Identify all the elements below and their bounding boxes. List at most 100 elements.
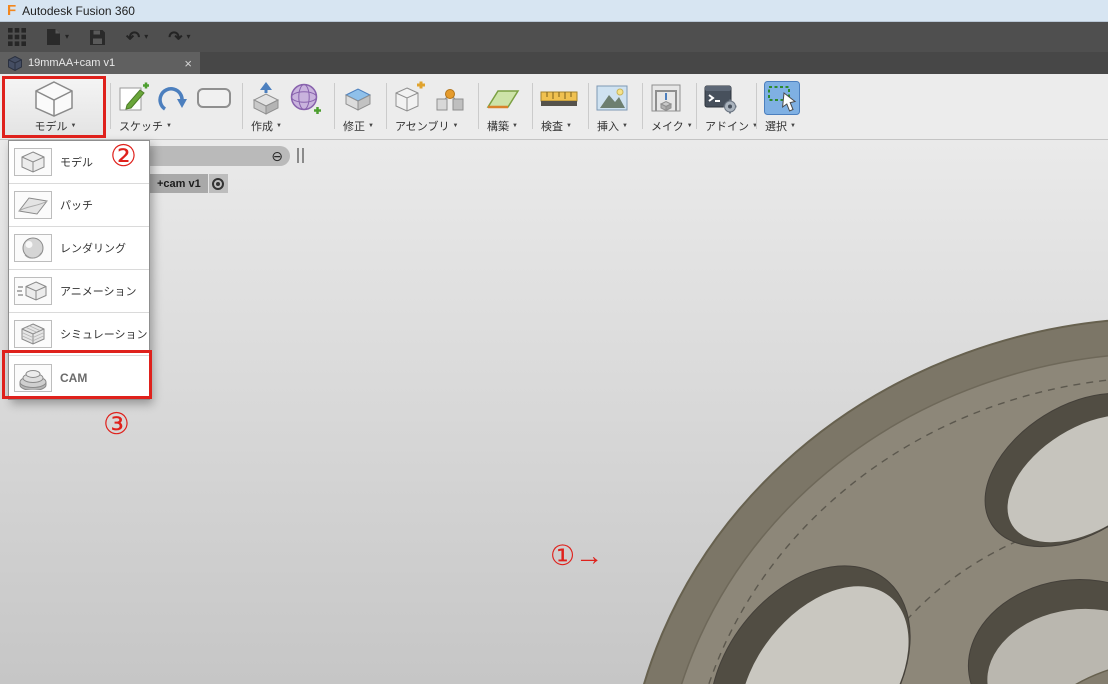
workspace-menu-item-rendering[interactable]: レンダリング: [9, 227, 149, 270]
menu-item-label: レンダリング: [60, 243, 126, 255]
model-viewport[interactable]: ⊖ +cam v1: [0, 140, 1108, 684]
workspace-menu-item-simulation[interactable]: シミュレーション: [9, 313, 149, 356]
ribbon-separator: [242, 83, 243, 129]
ribbon-separator: [756, 83, 757, 129]
extrude-icon: [252, 82, 280, 115]
chevron-down-icon: ▼: [70, 122, 77, 129]
redo-button[interactable]: ↷ ▾: [168, 24, 190, 50]
model-workspace-icon: [35, 81, 73, 117]
menu-item-label: CAM: [60, 370, 88, 385]
sketch-icon: [119, 82, 149, 111]
cam-thumb-icon: [14, 363, 52, 392]
ribbon-group-make[interactable]: メイク ▼: [648, 78, 693, 133]
redo-icon: ↷: [168, 27, 183, 47]
ribbon-group-sketch[interactable]: スケッチ ▼: [116, 78, 232, 133]
chevron-down-icon: ▼: [686, 122, 693, 129]
workspace-label: モデル: [34, 120, 68, 133]
tab-close-button[interactable]: ×: [184, 57, 192, 70]
ribbon-group-construct[interactable]: 構築 ▼: [484, 78, 520, 133]
browser-document-label[interactable]: +cam v1: [150, 174, 208, 193]
chevron-down-icon: ▾: [65, 32, 70, 41]
ribbon-toolbar: モデル ▼ スケッチ ▼ 作成 ▼ 修正 ▼ アセンブリ ▼ 構築 ▼ 検査 ▼…: [0, 74, 1108, 140]
save-icon: [90, 29, 106, 45]
ribbon-group-assemble[interactable]: アセンブリ ▼: [392, 78, 466, 133]
ribbon-separator: [532, 83, 533, 129]
chevron-down-icon: ▼: [622, 122, 628, 129]
browser-resize-grip[interactable]: [297, 148, 304, 163]
ribbon-separator: [696, 83, 697, 129]
make-3d-print-icon: [651, 84, 681, 112]
ribbon-group-label: 選択: [765, 120, 787, 133]
chevron-down-icon: ▼: [452, 122, 459, 129]
workspace-menu-item-patch[interactable]: パッチ: [9, 184, 149, 227]
grid-icon: [8, 28, 26, 46]
select-cursor-icon: [764, 81, 800, 115]
browser-header: ⊖: [150, 146, 290, 166]
fusion-window: F Autodesk Fusion 360 ▾ ↶ ▾ ↷ ▾ 19mmAA+c…: [0, 0, 1108, 684]
app-title: Autodesk Fusion 360: [22, 3, 135, 18]
save-button[interactable]: [89, 24, 106, 50]
press-pull-icon: [344, 88, 372, 111]
browser-collapse-icon[interactable]: ⊖: [271, 149, 283, 163]
chevron-down-icon: ▼: [368, 122, 374, 129]
ribbon-group-label: アドイン: [705, 120, 749, 133]
menu-item-label: パッチ: [60, 200, 93, 212]
document-tab-label: 19mmAA+cam v1: [28, 57, 116, 69]
workspace-selector-button[interactable]: モデル ▼: [4, 76, 104, 137]
chevron-down-icon: ▼: [276, 122, 282, 129]
ribbon-group-label: アセンブリ: [395, 120, 450, 133]
ribbon-separator: [642, 83, 643, 129]
undo-icon: ↶: [126, 27, 141, 47]
chevron-down-icon: ▼: [566, 122, 572, 129]
ribbon-group-label: 構築: [487, 120, 509, 133]
ribbon-separator: [334, 83, 335, 129]
ribbon-group-inspect[interactable]: 検査 ▼: [538, 78, 578, 133]
browser-document-node: +cam v1: [150, 174, 228, 193]
workspace-menu-item-model[interactable]: モデル: [9, 141, 149, 184]
document-visibility-button[interactable]: [208, 174, 228, 193]
ribbon-group-label: 作成: [251, 120, 273, 133]
measure-ruler-icon: [540, 91, 578, 106]
addins-script-icon: [704, 85, 737, 113]
chevron-down-icon: ▾: [186, 32, 191, 41]
title-bar: F Autodesk Fusion 360: [0, 0, 1108, 22]
file-icon: [47, 29, 60, 45]
insert-image-icon: [596, 85, 628, 111]
chevron-down-icon: ▼: [752, 122, 758, 129]
menu-item-label: アニメーション: [60, 286, 137, 298]
rectangle-tool-icon: [197, 88, 231, 108]
patch-thumb-icon: [14, 191, 52, 219]
undo-button[interactable]: ↶ ▾: [126, 24, 148, 50]
ribbon-group-label: 検査: [541, 120, 563, 133]
ribbon-separator: [110, 83, 111, 129]
ribbon-separator: [588, 83, 589, 129]
ribbon-group-create[interactable]: 作成 ▼: [248, 78, 322, 133]
ribbon-group-label: 挿入: [597, 120, 619, 133]
chevron-down-icon: ▾: [144, 32, 149, 41]
document-tab[interactable]: 19mmAA+cam v1 ×: [0, 52, 200, 74]
chevron-down-icon: ▼: [166, 122, 172, 129]
app-launcher-button[interactable]: [8, 24, 26, 50]
file-menu-button[interactable]: ▾: [46, 24, 69, 50]
ribbon-group-addins[interactable]: アドイン ▼: [702, 78, 758, 133]
workspace-menu-item-animation[interactable]: アニメーション: [9, 270, 149, 313]
construct-plane-icon: [486, 90, 520, 109]
model-3d[interactable]: [0, 140, 1108, 684]
ribbon-group-select[interactable]: 選択 ▼: [762, 78, 800, 133]
ribbon-group-modify[interactable]: 修正 ▼: [340, 78, 374, 133]
model-thumb-icon: [14, 148, 52, 176]
ribbon-group-label: スケッチ: [119, 120, 163, 133]
render-thumb-icon: [14, 234, 52, 262]
ribbon-group-label: メイク: [651, 120, 684, 133]
document-visibility-icon: [212, 177, 225, 190]
joint-icon: [436, 89, 464, 111]
simulation-thumb-icon: [14, 320, 52, 348]
workspace-dropdown-menu: モデル パッチ レンダリング アニメーション シミュレーション CAM: [8, 140, 150, 400]
menu-item-label: モデル: [60, 157, 93, 169]
ribbon-separator: [386, 83, 387, 129]
ribbon-group-insert[interactable]: 挿入 ▼: [594, 78, 628, 133]
ribbon-separator: [478, 83, 479, 129]
workspace-menu-item-cam[interactable]: CAM: [9, 356, 149, 399]
fusion-logo-icon: F: [7, 2, 17, 19]
form-sphere-icon: [290, 83, 321, 114]
